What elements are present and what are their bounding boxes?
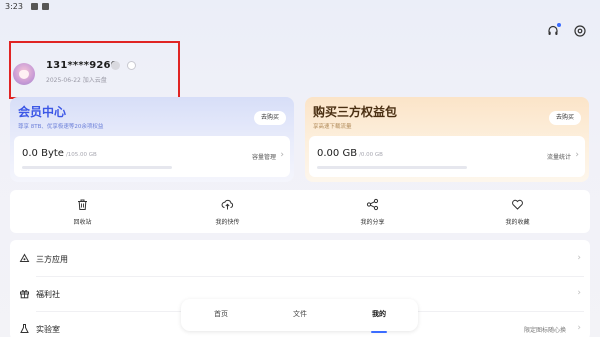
- profile-join-date: 2025-06-22 加入云盘: [46, 77, 107, 84]
- chevron-right-icon: ›: [280, 150, 284, 160]
- recycle-bin-button[interactable]: 回收站: [10, 190, 155, 233]
- my-transfer-button[interactable]: 我的快传: [155, 190, 300, 233]
- quick-action-label: 我的分享: [360, 219, 385, 226]
- app-notification-icon: [42, 3, 49, 10]
- pack-traffic-used: 0.00 GB/0.00 GB: [317, 148, 383, 159]
- pack-total-value: /0.00 GB: [359, 152, 383, 158]
- profile-phone[interactable]: 131****9260: [46, 60, 118, 71]
- bottom-nav: 首页 文件 我的: [181, 299, 418, 333]
- pack-buy-button[interactable]: 去购买: [548, 111, 581, 125]
- pack-traffic-panel[interactable]: 0.00 GB/0.00 GB 流量统计 ›: [309, 136, 585, 177]
- member-used-value: 0.0 Byte: [22, 148, 64, 159]
- chevron-right-icon: ›: [577, 288, 581, 298]
- capacity-management-link[interactable]: 容量管理: [252, 152, 276, 161]
- cloud-upload-icon: [221, 198, 234, 211]
- list-item-label: 福利社: [36, 290, 60, 299]
- member-storage-bar: [22, 166, 172, 169]
- status-bar: 3:23: [0, 0, 600, 14]
- tab-mine-label: 我的: [372, 310, 386, 318]
- pack-traffic-bar: [317, 166, 467, 169]
- quick-action-label: 回收站: [73, 219, 92, 226]
- traffic-stats-link[interactable]: 流量统计: [547, 152, 571, 161]
- list-item-third-party-apps[interactable]: 三方应用 ›: [10, 242, 590, 277]
- quick-actions: 回收站 我的快传 我的分享 我的收藏: [10, 190, 590, 233]
- headset-icon[interactable]: [546, 23, 561, 38]
- member-card-subtitle: 尊享 8TB、优享极速等20余项权益: [18, 124, 104, 130]
- my-share-button[interactable]: 我的分享: [300, 190, 445, 233]
- gear-icon[interactable]: [573, 24, 587, 38]
- active-tab-indicator: [371, 331, 387, 333]
- chevron-right-icon: ›: [577, 253, 581, 263]
- list-item-hint: 限定图标随心换: [523, 327, 566, 334]
- gift-icon: [19, 288, 30, 299]
- image-notification-icon: [31, 3, 38, 10]
- lab-icon: [19, 323, 30, 334]
- share-icon: [366, 198, 379, 211]
- rights-pack-card[interactable]: 购买三方权益包 享高速下载流量 去购买 0.00 GB/0.00 GB 流量统计…: [305, 97, 589, 182]
- quick-action-label: 我的快传: [215, 219, 240, 226]
- member-storage-used: 0.0 Byte/105.00 GB: [22, 148, 97, 159]
- quick-action-label: 我的收藏: [505, 219, 530, 226]
- member-card-title: 会员中心: [18, 105, 67, 119]
- avatar-icon[interactable]: [13, 63, 35, 85]
- heart-icon: [511, 198, 524, 211]
- recycle-icon: [19, 253, 30, 264]
- chevron-right-icon: ›: [577, 323, 581, 333]
- pack-card-title: 购买三方权益包: [313, 105, 398, 119]
- tab-files[interactable]: 文件: [280, 309, 320, 319]
- tab-home[interactable]: 首页: [201, 309, 241, 319]
- vip-badge-icon: [111, 61, 120, 70]
- member-center-card[interactable]: 会员中心 尊享 8TB、优享极速等20余项权益 去购买 0.0 Byte/105…: [10, 97, 294, 182]
- chevron-right-icon: ›: [575, 150, 579, 160]
- notification-dot: [557, 23, 561, 27]
- pack-used-value: 0.00 GB: [317, 148, 358, 159]
- edit-profile-icon[interactable]: [127, 61, 136, 70]
- my-favorites-button[interactable]: 我的收藏: [445, 190, 590, 233]
- list-item-label: 实验室: [36, 325, 60, 334]
- tab-mine[interactable]: 我的: [359, 309, 399, 333]
- member-buy-button[interactable]: 去购买: [253, 111, 286, 125]
- status-time: 3:23: [5, 2, 23, 11]
- trash-icon: [76, 198, 89, 211]
- member-total-value: /105.00 GB: [65, 152, 97, 158]
- list-item-label: 三方应用: [36, 255, 68, 264]
- pack-card-subtitle: 享高速下载流量: [313, 124, 352, 130]
- member-storage-panel[interactable]: 0.0 Byte/105.00 GB 容量管理 ›: [14, 136, 290, 177]
